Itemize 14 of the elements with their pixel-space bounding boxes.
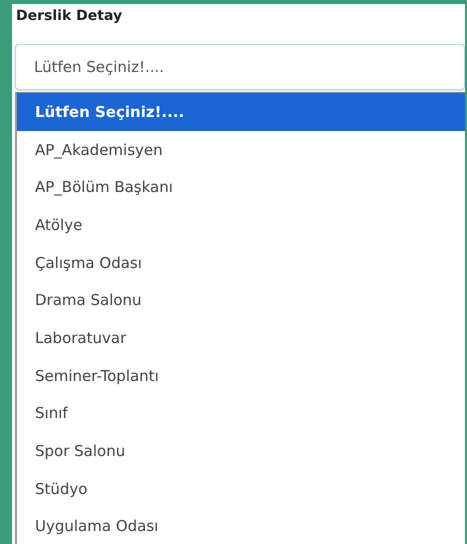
dropdown-option[interactable]: Stüdyo <box>17 470 465 508</box>
dropdown-option[interactable]: Uygulama Odası <box>17 508 465 544</box>
dropdown-option[interactable]: Laboratuvar <box>17 319 465 357</box>
dropdown-option[interactable]: Çalışma Odası <box>17 244 465 282</box>
dropdown-option[interactable]: AP_Bölüm Başkanı <box>17 168 465 206</box>
select-field[interactable]: Lütfen Seçiniz!.... <box>15 44 465 90</box>
field-label: Derslik Detay <box>15 7 124 26</box>
dropdown-option[interactable]: AP_Akademisyen <box>17 130 465 168</box>
dropdown-option[interactable]: Seminer-Toplantı <box>17 356 465 394</box>
dropdown-option[interactable]: Drama Salonu <box>17 281 465 320</box>
dropdown-option[interactable]: Lütfen Seçiniz!.... <box>17 93 465 131</box>
dropdown-option[interactable]: Atölye <box>17 206 465 244</box>
dropdown-option[interactable]: Sınıf <box>17 394 465 432</box>
dropdown-option[interactable]: Spor Salonu <box>17 432 465 470</box>
